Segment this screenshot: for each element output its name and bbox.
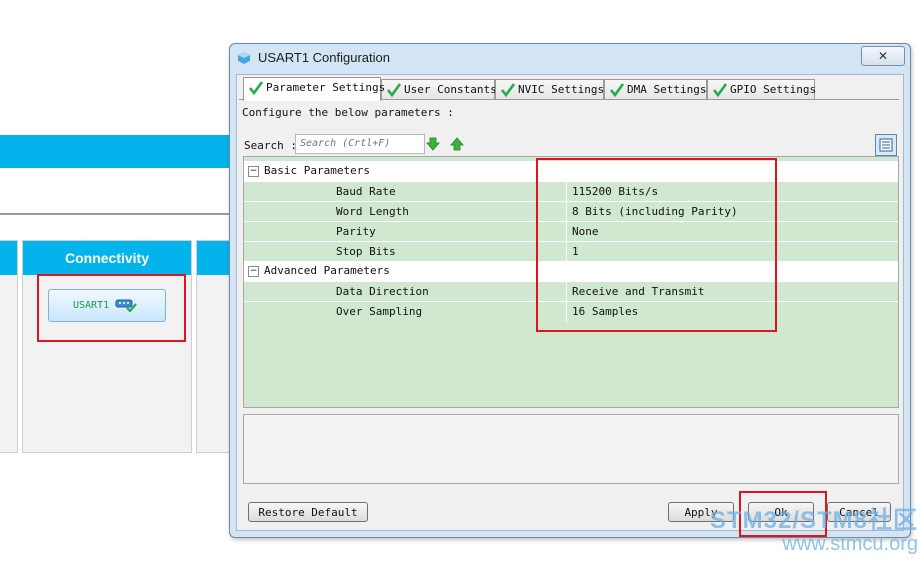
tab-parameter-settings[interactable]: Parameter Settings xyxy=(243,77,385,101)
check-icon xyxy=(712,83,728,98)
background-strip xyxy=(0,168,240,215)
instruction-text: Configure the below parameters : xyxy=(242,106,454,119)
category-column-connectivity: Connectivity xyxy=(22,240,192,453)
group-name: Basic Parameters xyxy=(264,164,370,177)
check-icon xyxy=(609,83,625,98)
parameter-description-area xyxy=(243,414,899,484)
collapse-icon[interactable]: − xyxy=(248,266,259,277)
watermark-line1: STM32/STM8社区 xyxy=(709,507,918,534)
highlight-box-usart1 xyxy=(37,274,186,342)
tab-label: GPIO Settings xyxy=(730,83,817,96)
tab-user-constants[interactable]: User Constants xyxy=(381,79,497,100)
list-icon xyxy=(879,138,893,152)
highlight-box-parameters xyxy=(536,158,777,332)
param-name: Data Direction xyxy=(336,285,429,298)
param-name: Over Sampling xyxy=(336,305,423,318)
arrow-down-icon[interactable] xyxy=(426,137,440,151)
param-name: Baud Rate xyxy=(336,185,396,198)
restore-default-button[interactable]: Restore Default xyxy=(248,502,368,522)
watermark-line2: www.stmcu.org xyxy=(782,533,918,555)
watermark: STM32/STM8社区 www.stmcu.org xyxy=(688,507,918,556)
search-input[interactable] xyxy=(295,134,425,154)
group-name: Advanced Parameters xyxy=(264,264,390,277)
tab-nvic-settings[interactable]: NVIC Settings xyxy=(495,79,604,100)
category-column-left xyxy=(0,240,18,453)
tab-label: User Constants xyxy=(404,83,497,96)
param-name: Parity xyxy=(336,225,376,238)
param-name: Stop Bits xyxy=(336,245,396,258)
tab-label: DMA Settings xyxy=(627,83,707,96)
close-button[interactable]: ✕ xyxy=(861,46,905,66)
check-icon xyxy=(500,83,516,98)
collapse-icon[interactable]: − xyxy=(248,166,259,177)
tab-label: NVIC Settings xyxy=(518,83,605,96)
category-header-left xyxy=(0,241,17,275)
list-view-toggle-button[interactable] xyxy=(875,134,897,156)
search-label: Search : xyxy=(244,139,297,152)
category-header-connectivity: Connectivity xyxy=(23,241,191,275)
arrow-up-icon[interactable] xyxy=(450,137,464,151)
dialog-title: USART1 Configuration xyxy=(258,50,390,65)
dialog-titlebar[interactable]: USART1 Configuration ✕ xyxy=(230,44,910,72)
check-icon xyxy=(248,81,264,96)
tab-label: Parameter Settings xyxy=(266,81,386,94)
cube-icon xyxy=(238,52,250,64)
param-name: Word Length xyxy=(336,205,409,218)
check-icon xyxy=(386,83,402,98)
tab-dma-settings[interactable]: DMA Settings xyxy=(604,79,707,100)
background-header-bar xyxy=(0,135,240,168)
tab-gpio-settings[interactable]: GPIO Settings xyxy=(707,79,817,100)
